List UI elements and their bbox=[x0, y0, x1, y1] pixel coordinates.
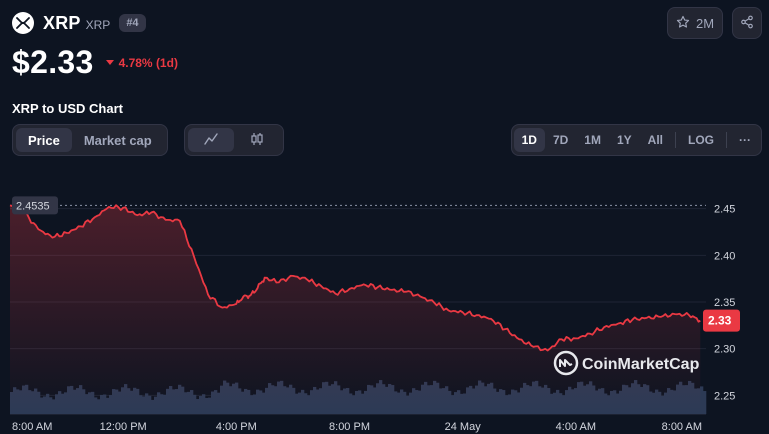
price-change: 4.78% (1d) bbox=[105, 55, 178, 70]
y-tick-label: 2.40 bbox=[714, 250, 735, 262]
line-chart-icon bbox=[203, 132, 219, 149]
range-all[interactable]: All bbox=[640, 128, 671, 152]
current-price-label: 2.33 bbox=[703, 309, 740, 332]
range-tabs: 1D 7D 1M 1Y All LOG ··· bbox=[510, 124, 762, 156]
price-area bbox=[10, 205, 701, 414]
x-tick-label: 4:00 PM bbox=[216, 421, 257, 433]
price-change-value: 4.78% (1d) bbox=[118, 55, 178, 70]
rank-badge: #4 bbox=[119, 14, 146, 32]
separator bbox=[675, 132, 676, 148]
y-tick-label: 2.35 bbox=[714, 297, 735, 309]
star-icon bbox=[676, 15, 690, 32]
chart-title: XRP to USD Chart bbox=[12, 101, 123, 116]
current-price-value: 2.33 bbox=[708, 314, 732, 328]
x-tick-label: 24 May bbox=[445, 421, 482, 433]
x-axis: 8:00 AM 12:00 PM 4:00 PM 8:00 PM 24 May 4:00 … bbox=[12, 421, 702, 433]
range-1m[interactable]: 1M bbox=[576, 128, 609, 152]
y-tick-label: 2.45 bbox=[714, 204, 735, 216]
candlestick-icon bbox=[249, 132, 265, 149]
y-tick-label: 2.25 bbox=[714, 390, 735, 402]
x-tick-label: 8:00 AM bbox=[12, 421, 52, 433]
more-dots-icon[interactable]: ··· bbox=[731, 128, 759, 152]
x-tick-label: 8:00 AM bbox=[662, 421, 702, 433]
coin-symbol: XRP bbox=[85, 17, 111, 32]
x-tick-label: 12:00 PM bbox=[100, 421, 147, 433]
line-chart-button[interactable] bbox=[188, 128, 234, 152]
watchlist-count: 2M bbox=[695, 15, 715, 31]
log-scale-button[interactable]: LOG bbox=[680, 128, 722, 152]
y-tick-label: 2.30 bbox=[714, 344, 735, 356]
y-axis: 2.45 2.40 2.35 2.30 2.25 bbox=[714, 204, 735, 403]
caret-down-icon bbox=[105, 60, 114, 65]
watchlist-button[interactable]: 2M bbox=[667, 7, 723, 39]
coin-header: XRP XRP #4 bbox=[12, 10, 146, 36]
header-actions: 2M bbox=[667, 7, 762, 39]
coin-name: XRP bbox=[43, 12, 81, 33]
tab-market-cap[interactable]: Market cap bbox=[72, 128, 164, 152]
chart-type-tabs: Price Market cap bbox=[12, 124, 168, 156]
separator bbox=[726, 132, 727, 148]
volume-bar bbox=[700, 386, 704, 414]
tab-price[interactable]: Price bbox=[16, 128, 72, 152]
chart-style-toggle bbox=[184, 124, 284, 156]
range-1d[interactable]: 1D bbox=[513, 128, 545, 152]
volume-bar bbox=[703, 391, 707, 414]
x-tick-label: 4:00 AM bbox=[556, 421, 596, 433]
share-icon bbox=[740, 15, 754, 32]
price-row: $2.33 4.78% (1d) bbox=[12, 44, 178, 81]
candlestick-button[interactable] bbox=[234, 128, 280, 152]
open-price-label: 2.4535 bbox=[12, 196, 58, 215]
price-chart[interactable]: 2.4535 CoinMarketCap 2.45 2.40 2.35 2.30 2.2… bbox=[0, 168, 769, 434]
range-7d[interactable]: 7D bbox=[545, 128, 576, 152]
range-1y[interactable]: 1Y bbox=[609, 128, 640, 152]
current-price: $2.33 bbox=[12, 44, 94, 80]
open-price-value: 2.4535 bbox=[16, 200, 50, 212]
share-button[interactable] bbox=[732, 7, 762, 39]
watermark-text: CoinMarketCap bbox=[582, 356, 700, 373]
xrp-logo-icon bbox=[12, 12, 34, 34]
x-tick-label: 8:00 PM bbox=[329, 421, 370, 433]
